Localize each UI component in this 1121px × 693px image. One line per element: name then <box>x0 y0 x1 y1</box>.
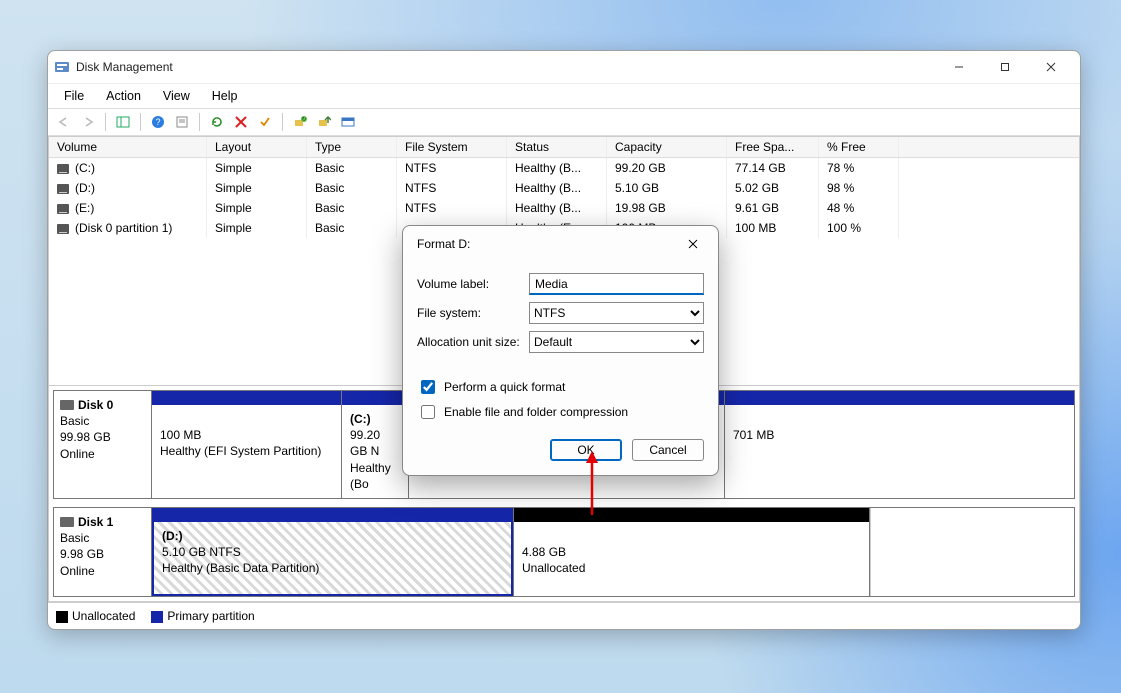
minimize-button[interactable] <box>936 51 982 83</box>
col-pct-free[interactable]: % Free <box>819 137 899 157</box>
disk-icon <box>60 400 74 410</box>
volume-row[interactable]: (C:)SimpleBasicNTFSHealthy (B...99.20 GB… <box>49 158 1079 178</box>
col-free-space[interactable]: Free Spa... <box>727 137 819 157</box>
forward-button[interactable] <box>78 112 98 132</box>
allocation-unit-select[interactable]: Default <box>529 331 704 353</box>
legend-primary: Primary partition <box>167 609 254 623</box>
drive-icon <box>57 164 69 174</box>
disk-1-name: Disk 1 <box>78 514 113 530</box>
quick-format-label: Perform a quick format <box>444 380 565 394</box>
settings-button[interactable] <box>338 112 358 132</box>
disk-1-type: Basic <box>60 531 89 545</box>
mark-button[interactable] <box>255 112 275 132</box>
enable-compression-checkbox[interactable] <box>421 405 435 419</box>
format-dialog: Format D: Volume label: File system: NTF… <box>402 225 719 476</box>
disk-0-label[interactable]: Disk 0 Basic 99.98 GB Online <box>54 391 152 498</box>
back-button[interactable] <box>54 112 74 132</box>
disk-0-size: 99.98 GB <box>60 430 111 444</box>
titlebar[interactable]: Disk Management <box>48 51 1080 83</box>
help-button[interactable]: ? <box>148 112 168 132</box>
col-status[interactable]: Status <box>507 137 607 157</box>
disk-1-status: Online <box>60 564 95 578</box>
file-system-label: File system: <box>417 306 529 320</box>
legend: Unallocated Primary partition <box>48 602 1080 629</box>
menu-action[interactable]: Action <box>96 86 151 106</box>
enable-compression-label: Enable file and folder compression <box>444 405 628 419</box>
disk-1-empty <box>870 508 1074 596</box>
disk-0-type: Basic <box>60 414 89 428</box>
show-hide-console-tree-button[interactable] <box>113 112 133 132</box>
menu-file[interactable]: File <box>54 86 94 106</box>
drive-icon <box>57 224 69 234</box>
volume-list-header[interactable]: Volume Layout Type File System Status Ca… <box>49 137 1079 158</box>
drive-icon <box>57 184 69 194</box>
window-title: Disk Management <box>76 60 936 74</box>
volume-label-input[interactable] <box>529 273 704 295</box>
svg-text:↻: ↻ <box>301 116 306 123</box>
col-volume[interactable]: Volume <box>49 137 207 157</box>
ok-button[interactable]: OK <box>550 439 622 461</box>
delete-button[interactable] <box>231 112 251 132</box>
properties-button[interactable] <box>172 112 192 132</box>
disk-0-partition-efi[interactable]: 100 MBHealthy (EFI System Partition) <box>152 391 342 498</box>
dialog-titlebar[interactable]: Format D: <box>403 226 718 262</box>
dialog-title: Format D: <box>417 237 680 251</box>
legend-swatch-unallocated <box>56 611 68 623</box>
disk-0-name: Disk 0 <box>78 397 113 413</box>
menu-help[interactable]: Help <box>202 86 248 106</box>
col-type[interactable]: Type <box>307 137 397 157</box>
menu-view[interactable]: View <box>153 86 200 106</box>
disk-1-size: 9.98 GB <box>60 547 104 561</box>
cancel-button[interactable]: Cancel <box>632 439 704 461</box>
attach-vhd-button[interactable] <box>314 112 334 132</box>
disk-1-label[interactable]: Disk 1 Basic 9.98 GB Online <box>54 508 152 596</box>
col-capacity[interactable]: Capacity <box>607 137 727 157</box>
disk-icon <box>60 517 74 527</box>
allocation-unit-label: Allocation unit size: <box>417 335 529 349</box>
svg-text:?: ? <box>155 117 160 127</box>
disk-1-unallocated[interactable]: 4.88 GBUnallocated <box>514 508 870 596</box>
menubar: File Action View Help <box>48 83 1080 108</box>
toolbar: ? ↻ <box>48 108 1080 136</box>
disk-row-1[interactable]: Disk 1 Basic 9.98 GB Online (D:)5.10 GB … <box>53 507 1075 597</box>
app-icon <box>54 59 70 75</box>
close-button[interactable] <box>1028 51 1074 83</box>
disk-0-partition-recovery[interactable]: 701 MB <box>725 391 1074 498</box>
quick-format-checkbox[interactable] <box>421 380 435 394</box>
volume-row[interactable]: (D:)SimpleBasicNTFSHealthy (B...5.10 GB5… <box>49 178 1079 198</box>
legend-unallocated: Unallocated <box>72 609 135 623</box>
maximize-button[interactable] <box>982 51 1028 83</box>
col-file-system[interactable]: File System <box>397 137 507 157</box>
file-system-select[interactable]: NTFS <box>529 302 704 324</box>
refresh-button[interactable] <box>207 112 227 132</box>
rescan-disks-button[interactable]: ↻ <box>290 112 310 132</box>
col-layout[interactable]: Layout <box>207 137 307 157</box>
disk-0-status: Online <box>60 447 95 461</box>
disk-0-partition-c[interactable]: (C:)99.20 GB NHealthy (Bo <box>342 391 409 498</box>
drive-icon <box>57 204 69 214</box>
volume-label-label: Volume label: <box>417 277 529 291</box>
legend-swatch-primary <box>151 611 163 623</box>
dialog-close-button[interactable] <box>680 233 706 255</box>
disk-1-partition-d[interactable]: (D:)5.10 GB NTFSHealthy (Basic Data Part… <box>152 508 514 596</box>
volume-row[interactable]: (E:)SimpleBasicNTFSHealthy (B...19.98 GB… <box>49 198 1079 218</box>
